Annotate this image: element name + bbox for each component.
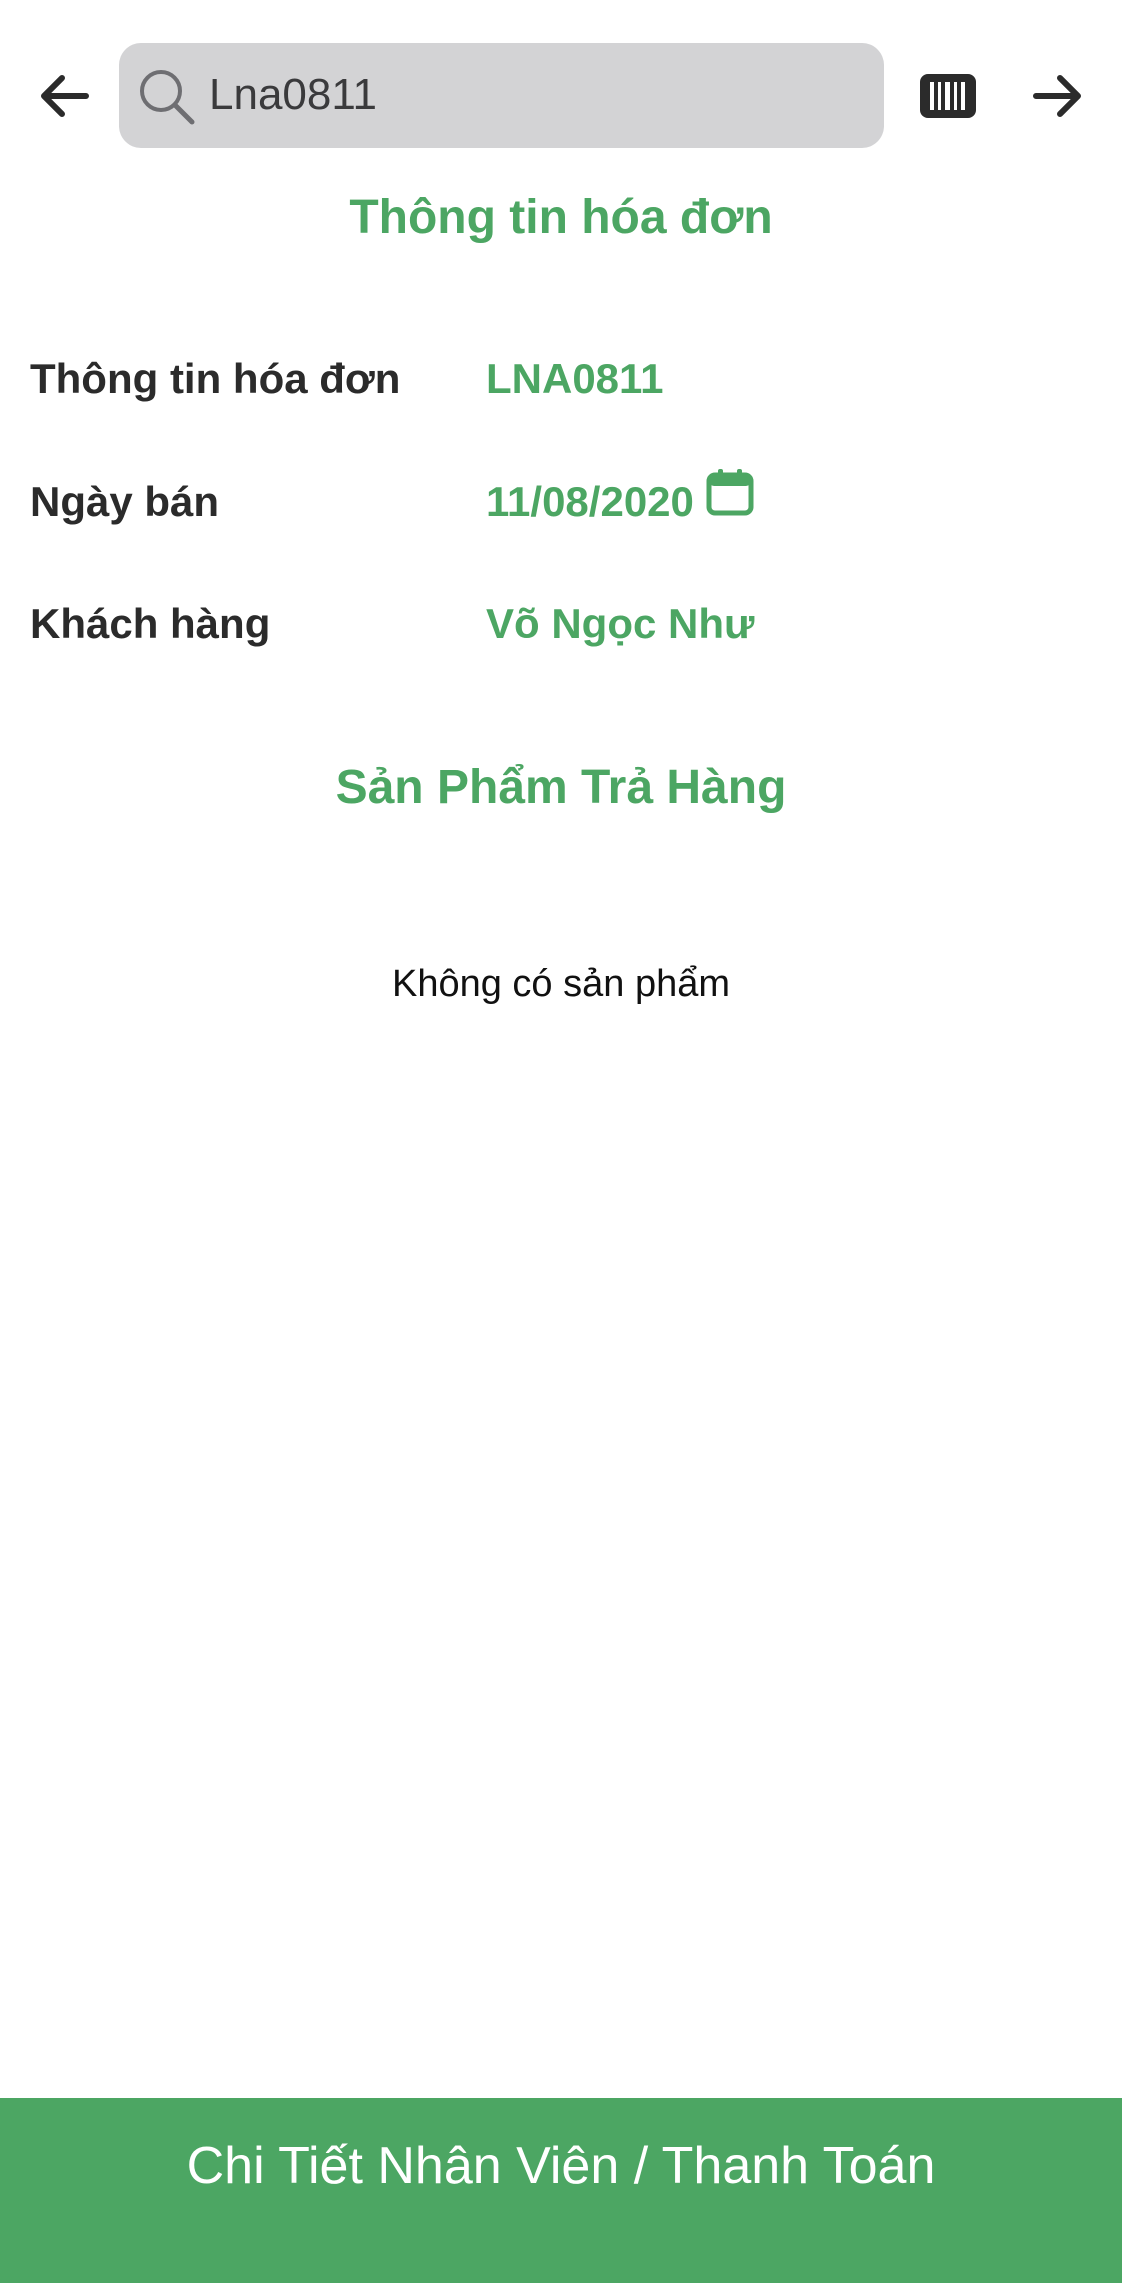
invoice-code-label: Thông tin hóa đơn (30, 355, 401, 402)
search-input[interactable] (209, 63, 849, 127)
return-products-section-title: Sản Phẩm Trả Hàng (335, 761, 787, 814)
barcode-scan-button[interactable] (912, 66, 984, 126)
staff-payment-details-button[interactable]: Chi Tiết Nhân Viên / Thanh Toán (0, 2098, 1122, 2283)
invoice-code-value: LNA0811 (486, 355, 663, 403)
footer-button-label: Chi Tiết Nhân Viên / Thanh Toán (186, 2137, 936, 2195)
arrow-right-icon (1033, 75, 1081, 117)
sale-date-label: Ngày bán (30, 478, 220, 525)
arrow-left-icon (41, 75, 89, 117)
back-button[interactable] (30, 62, 98, 130)
barcode-icon (920, 74, 976, 118)
invoice-section-title: Thông tin hóa đơn (349, 191, 773, 244)
sale-date-text: 11/08/2020 (486, 478, 694, 525)
search-bar[interactable] (119, 43, 884, 148)
next-button[interactable] (1024, 62, 1092, 130)
search-icon (137, 67, 197, 127)
empty-products-message: Không có sản phẩm (391, 963, 730, 1005)
invoice-code-text: LNA0811 (486, 355, 664, 402)
customer-value: Võ Ngọc Như (486, 600, 754, 648)
calendar-icon[interactable] (706, 468, 754, 516)
customer-name-text: Võ Ngọc Như (486, 600, 755, 647)
customer-label: Khách hàng (30, 600, 271, 647)
top-toolbar (0, 0, 1122, 170)
sale-date-value[interactable]: 11/08/2020 (486, 469, 754, 526)
